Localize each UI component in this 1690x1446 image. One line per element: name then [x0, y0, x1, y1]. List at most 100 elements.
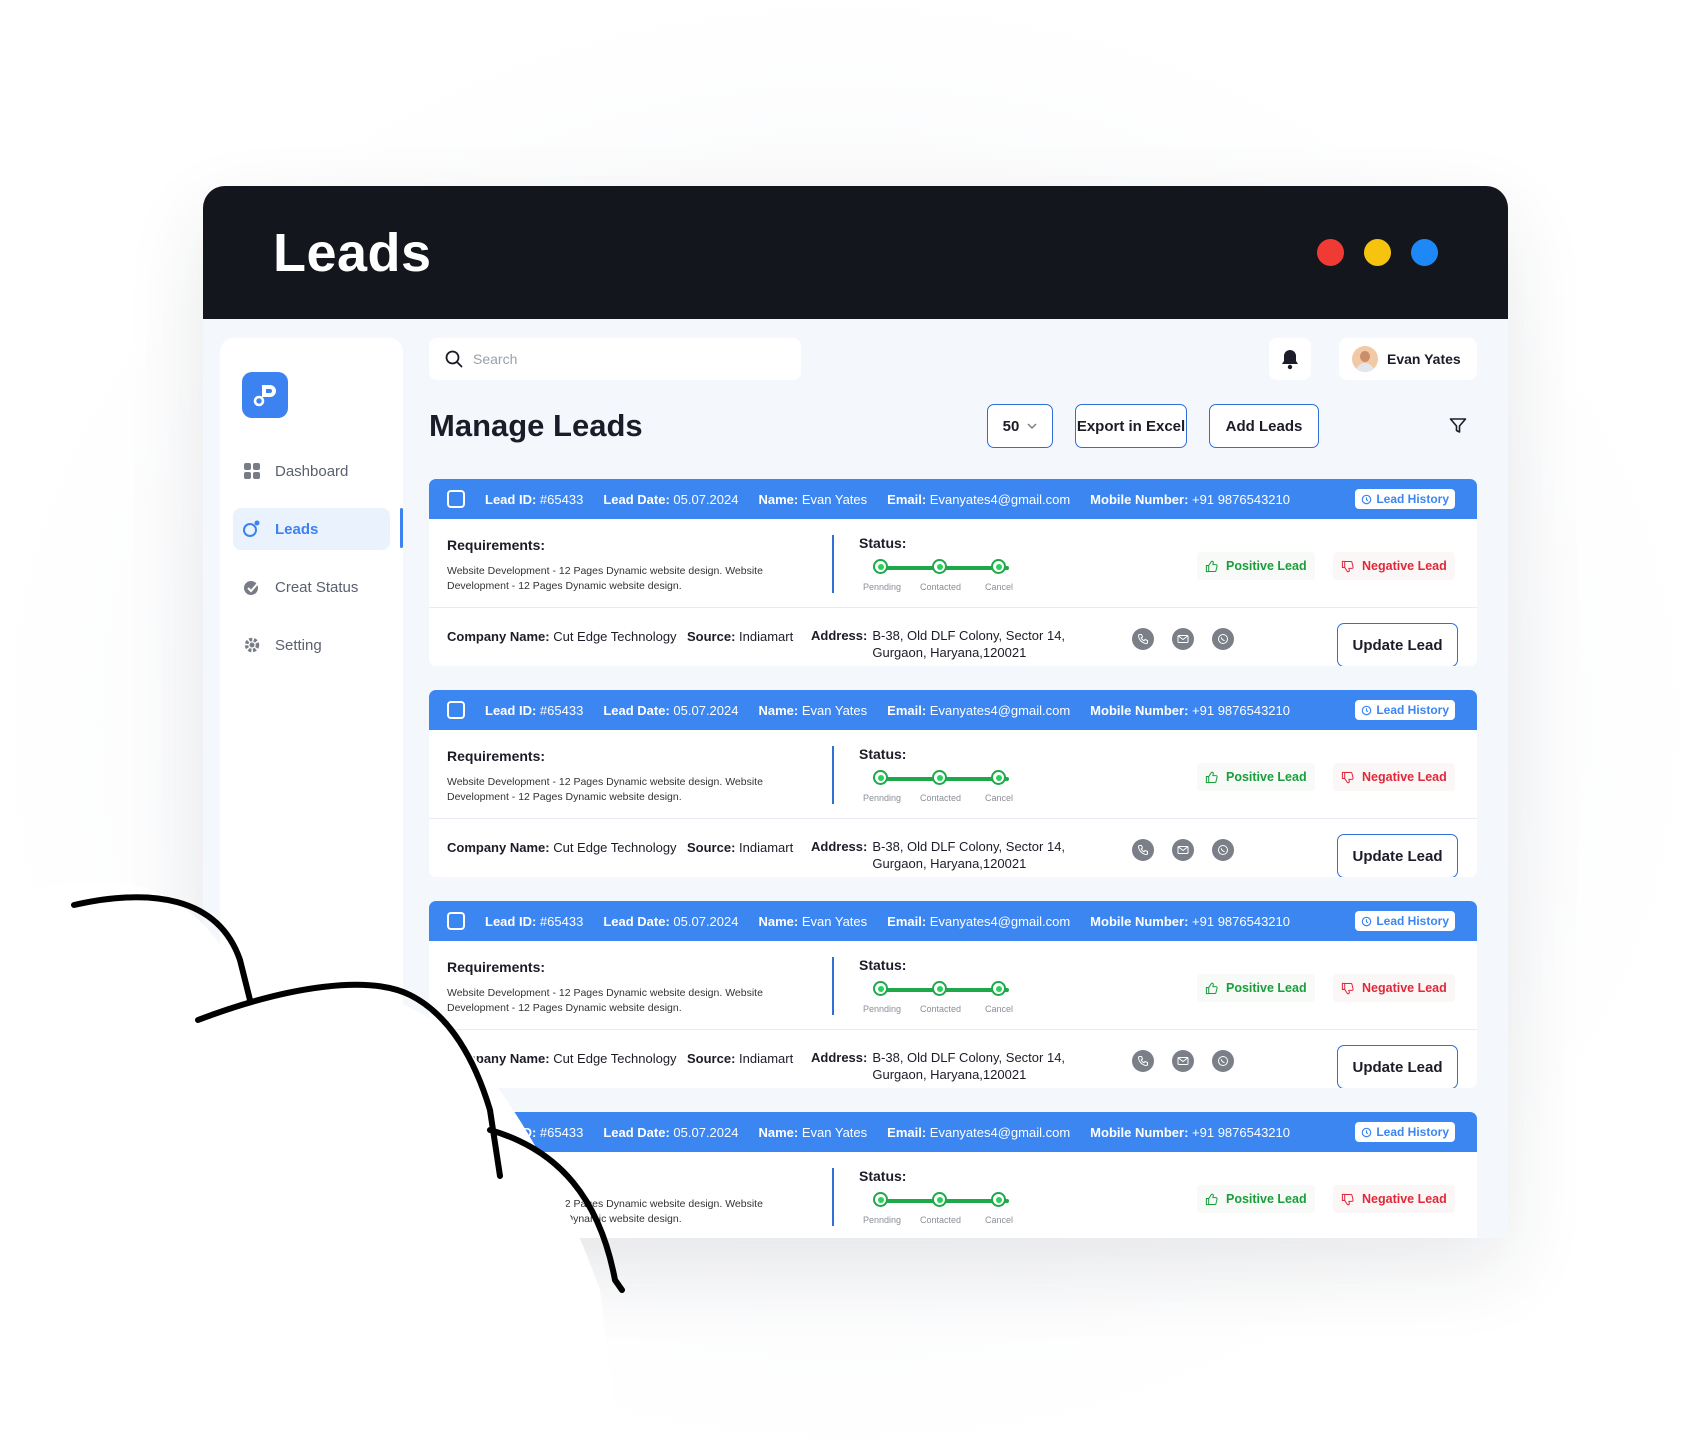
- stage: Leads Dashboard Leads Creat Status Setti…: [0, 0, 1690, 1446]
- divider-vertical: [832, 535, 834, 593]
- toolbar: 50 Export in Excel Add Leads: [203, 404, 1508, 448]
- company-name: Company Name: Cut Edge Technology: [447, 840, 677, 855]
- lead-checkbox[interactable]: [447, 701, 465, 719]
- step-pending-label: Pennding: [863, 1004, 902, 1014]
- minimize-dot[interactable]: [1364, 239, 1391, 266]
- status-node-pending[interactable]: [873, 981, 888, 996]
- positive-lead-button[interactable]: Positive Lead: [1197, 552, 1315, 580]
- lead-id: Lead ID: #65433: [485, 491, 584, 507]
- sidebar-item-creat-status[interactable]: Creat Status: [233, 566, 390, 608]
- lead-email: Email: Evanyates4@gmail.com: [887, 702, 1071, 718]
- lead-history-button[interactable]: Lead History: [1355, 1122, 1455, 1142]
- app-window: Leads Dashboard Leads Creat Status Setti…: [203, 186, 1508, 1238]
- lead-history-button[interactable]: Lead History: [1355, 911, 1455, 931]
- status-node-contacted[interactable]: [932, 770, 947, 785]
- lead-name: Name: Evan Yates: [758, 1124, 868, 1140]
- negative-lead-label: Negative Lead: [1362, 1192, 1447, 1206]
- thumbs-up-icon: [1205, 1193, 1218, 1205]
- status-node-pending[interactable]: [873, 770, 888, 785]
- email-button[interactable]: [1172, 628, 1194, 650]
- leads-list: Lead ID: #65433 Lead Date: 05.07.2024 Na…: [429, 479, 1477, 1238]
- step-cancel-label: Cancel: [985, 582, 1014, 592]
- lead-history-button[interactable]: Lead History: [1355, 700, 1455, 720]
- lead-card-body: Requirements: Website Development - 12 P…: [429, 941, 1477, 1088]
- whatsapp-button[interactable]: [1212, 839, 1234, 861]
- history-icon: [1362, 1127, 1372, 1137]
- update-lead-button[interactable]: Update Lead: [1337, 834, 1458, 877]
- whatsapp-button[interactable]: [1212, 628, 1234, 650]
- lead-email: Email: Evanyates4@gmail.com: [887, 1124, 1071, 1140]
- sidebar-item-label: Setting: [275, 636, 322, 654]
- thumbs-down-icon: [1341, 560, 1354, 572]
- export-excel-button[interactable]: Export in Excel: [1075, 404, 1187, 448]
- sidebar-item-label: Dashboard: [275, 462, 349, 480]
- avatar: [1352, 346, 1378, 372]
- positive-lead-button[interactable]: Positive Lead: [1197, 763, 1315, 791]
- status-node-contacted[interactable]: [932, 981, 947, 996]
- status-node-pending[interactable]: [873, 559, 888, 574]
- divider-horizontal: [429, 1029, 1477, 1030]
- call-button[interactable]: [1132, 628, 1154, 650]
- lead-date: Lead Date: 05.07.2024: [603, 702, 739, 718]
- step-contacted-label: Contacted: [920, 1215, 962, 1225]
- negative-lead-button[interactable]: Negative Lead: [1333, 552, 1455, 580]
- negative-lead-button[interactable]: Negative Lead: [1333, 974, 1455, 1002]
- close-dot[interactable]: [1317, 239, 1344, 266]
- status-node-cancel[interactable]: [991, 770, 1006, 785]
- positive-lead-button[interactable]: Positive Lead: [1197, 1185, 1315, 1213]
- mail-icon: [1177, 846, 1189, 854]
- lead-card: Lead ID: #65433 Lead Date: 05.07.2024 Na…: [429, 901, 1477, 1088]
- update-lead-button[interactable]: Update Lead: [1337, 623, 1458, 666]
- thumbs-up-icon: [1205, 982, 1218, 994]
- requirements-label: Requirements:: [447, 1170, 546, 1186]
- lead-name: Name: Evan Yates: [758, 491, 868, 507]
- filter-button[interactable]: [1439, 404, 1477, 448]
- sidebar-item-dashboard[interactable]: Dashboard: [233, 450, 390, 492]
- maximize-dot[interactable]: [1411, 239, 1438, 266]
- status-node-pending[interactable]: [873, 1192, 888, 1207]
- status-node-cancel[interactable]: [991, 559, 1006, 574]
- divider-horizontal: [429, 607, 1477, 608]
- update-lead-button[interactable]: Update Lead: [1337, 1045, 1458, 1088]
- whatsapp-button[interactable]: [1212, 1050, 1234, 1072]
- add-leads-button[interactable]: Add Leads: [1209, 404, 1319, 448]
- lead-email: Email: Evanyates4@gmail.com: [887, 913, 1071, 929]
- address: Address: B-38, Old DLF Colony, Sector 14,…: [811, 628, 1066, 660]
- address: Address: B-38, Old DLF Colony, Sector 14,…: [811, 839, 1066, 871]
- user-menu[interactable]: Evan Yates: [1339, 338, 1477, 380]
- phone-icon: [1137, 1056, 1148, 1067]
- divider-vertical: [832, 746, 834, 804]
- history-icon: [1362, 916, 1372, 926]
- sidebar-item-leads[interactable]: Leads: [233, 508, 403, 550]
- positive-lead-button[interactable]: Positive Lead: [1197, 974, 1315, 1002]
- per-page-select[interactable]: 50: [987, 404, 1053, 448]
- divider-horizontal: [429, 818, 1477, 819]
- lead-checkbox[interactable]: [447, 912, 465, 930]
- status-label: Status:: [859, 535, 907, 551]
- step-contacted-label: Contacted: [920, 1004, 962, 1014]
- status-node-cancel[interactable]: [991, 1192, 1006, 1207]
- status-node-cancel[interactable]: [991, 981, 1006, 996]
- lead-checkbox[interactable]: [447, 490, 465, 508]
- phone-icon: [1137, 845, 1148, 856]
- negative-lead-button[interactable]: Negative Lead: [1333, 763, 1455, 791]
- sidebar-item-setting[interactable]: Setting: [233, 624, 390, 666]
- email-button[interactable]: [1172, 1050, 1194, 1072]
- source: Source: Indiamart: [687, 840, 794, 855]
- thumbs-down-icon: [1341, 982, 1354, 994]
- call-button[interactable]: [1132, 1050, 1154, 1072]
- lead-history-button[interactable]: Lead History: [1355, 489, 1455, 509]
- email-button[interactable]: [1172, 839, 1194, 861]
- status-node-contacted[interactable]: [932, 559, 947, 574]
- status-node-contacted[interactable]: [932, 1192, 947, 1207]
- notifications-button[interactable]: [1269, 338, 1311, 380]
- call-button[interactable]: [1132, 839, 1154, 861]
- window-controls: [1317, 239, 1438, 266]
- negative-lead-button[interactable]: Negative Lead: [1333, 1185, 1455, 1213]
- source: Source: Indiamart: [687, 1051, 794, 1066]
- status-label: Status:: [859, 1168, 907, 1184]
- search-input[interactable]: [473, 351, 773, 367]
- grid-icon: [244, 463, 260, 479]
- bell-icon: [1282, 350, 1298, 370]
- lead-checkbox[interactable]: [447, 1123, 465, 1141]
